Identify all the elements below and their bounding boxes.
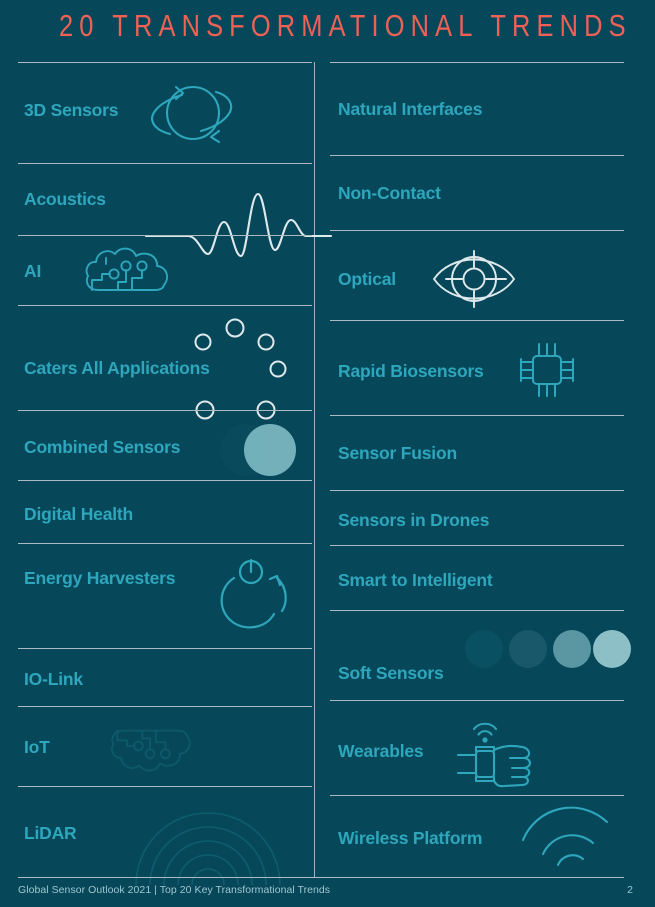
list-item[interactable]: IoT [18,706,312,786]
list-item[interactable]: Sensor Fusion [330,415,624,490]
trend-label: IoT [24,737,50,757]
trend-label: Rapid Biosensors [338,361,484,381]
list-item[interactable]: Caters All Applications [18,305,312,420]
overlapping-circles-icon [216,423,306,477]
trend-label: Sensor Fusion [338,443,457,463]
trend-label: Sensors in Drones [338,510,490,530]
list-item[interactable]: LiDAR [18,786,312,886]
list-item[interactable]: Sensors in Drones [330,490,624,545]
list-item[interactable]: Wearables [330,700,624,795]
list-item[interactable]: Wireless Platform [330,795,624,877]
list-item[interactable]: 3D Sensors [18,62,312,163]
list-item[interactable]: Non-Contact [330,155,624,230]
trend-label: Acoustics [24,189,106,209]
concentric-arcs-faint-icon [128,807,288,886]
trend-label: Wireless Platform [338,828,483,848]
list-item[interactable]: Soft Sensors [330,610,631,700]
trend-label: Wearables [338,741,424,761]
list-item[interactable]: Energy Harvesters [18,543,312,648]
orbit-planet-icon [146,77,236,151]
trend-label: Soft Sensors [338,663,444,683]
right-column: Natural Interfaces Non-Contact Optical R… [330,0,631,907]
trend-label: Energy Harvesters [24,568,176,588]
trend-label: LiDAR [24,823,77,843]
list-item[interactable]: IO-Link [18,648,312,706]
list-item[interactable]: Optical [330,230,624,320]
smartwatch-fist-icon [450,707,550,793]
footer-source-text: Global Sensor Outlook 2021 | Top 20 Key … [18,884,331,896]
column-divider [314,62,315,877]
list-item[interactable]: Acoustics [18,163,333,258]
microchip-icon [515,341,579,399]
brain-circuit-cloud-faint-icon [96,721,206,775]
gradient-dots-icon [465,629,631,669]
trend-label: Combined Sensors [24,437,181,457]
footer-divider [18,877,624,879]
brain-circuit-cloud-icon [84,244,170,300]
trend-label: Optical [338,269,396,289]
slide-page: 20 TRANSFORMATIONAL TRENDS 3D Sensors Ac… [0,0,655,907]
trend-label: AI [24,261,42,281]
list-item[interactable]: Smart to Intelligent [330,545,624,610]
left-column: 3D Sensors Acoustics AI Caters All Appli… [18,0,333,907]
power-recycle-icon [214,556,294,634]
list-item[interactable]: Rapid Biosensors [330,320,624,415]
eye-target-icon [430,249,528,309]
trend-label: IO-Link [24,669,83,689]
list-item[interactable]: AI [18,235,312,305]
trend-label: Non-Contact [338,183,441,203]
trend-label: Natural Interfaces [338,99,483,119]
list-item[interactable]: Digital Health [18,480,312,543]
trend-label: Digital Health [24,504,134,524]
wifi-arcs-icon [520,806,610,867]
list-item[interactable]: Natural Interfaces [330,62,624,155]
trend-label: Smart to Intelligent [338,570,493,590]
trend-label: 3D Sensors [24,100,119,120]
page-number: 2 [627,884,633,896]
list-item[interactable]: Combined Sensors [18,410,312,480]
trend-label: Caters All Applications [24,358,210,378]
